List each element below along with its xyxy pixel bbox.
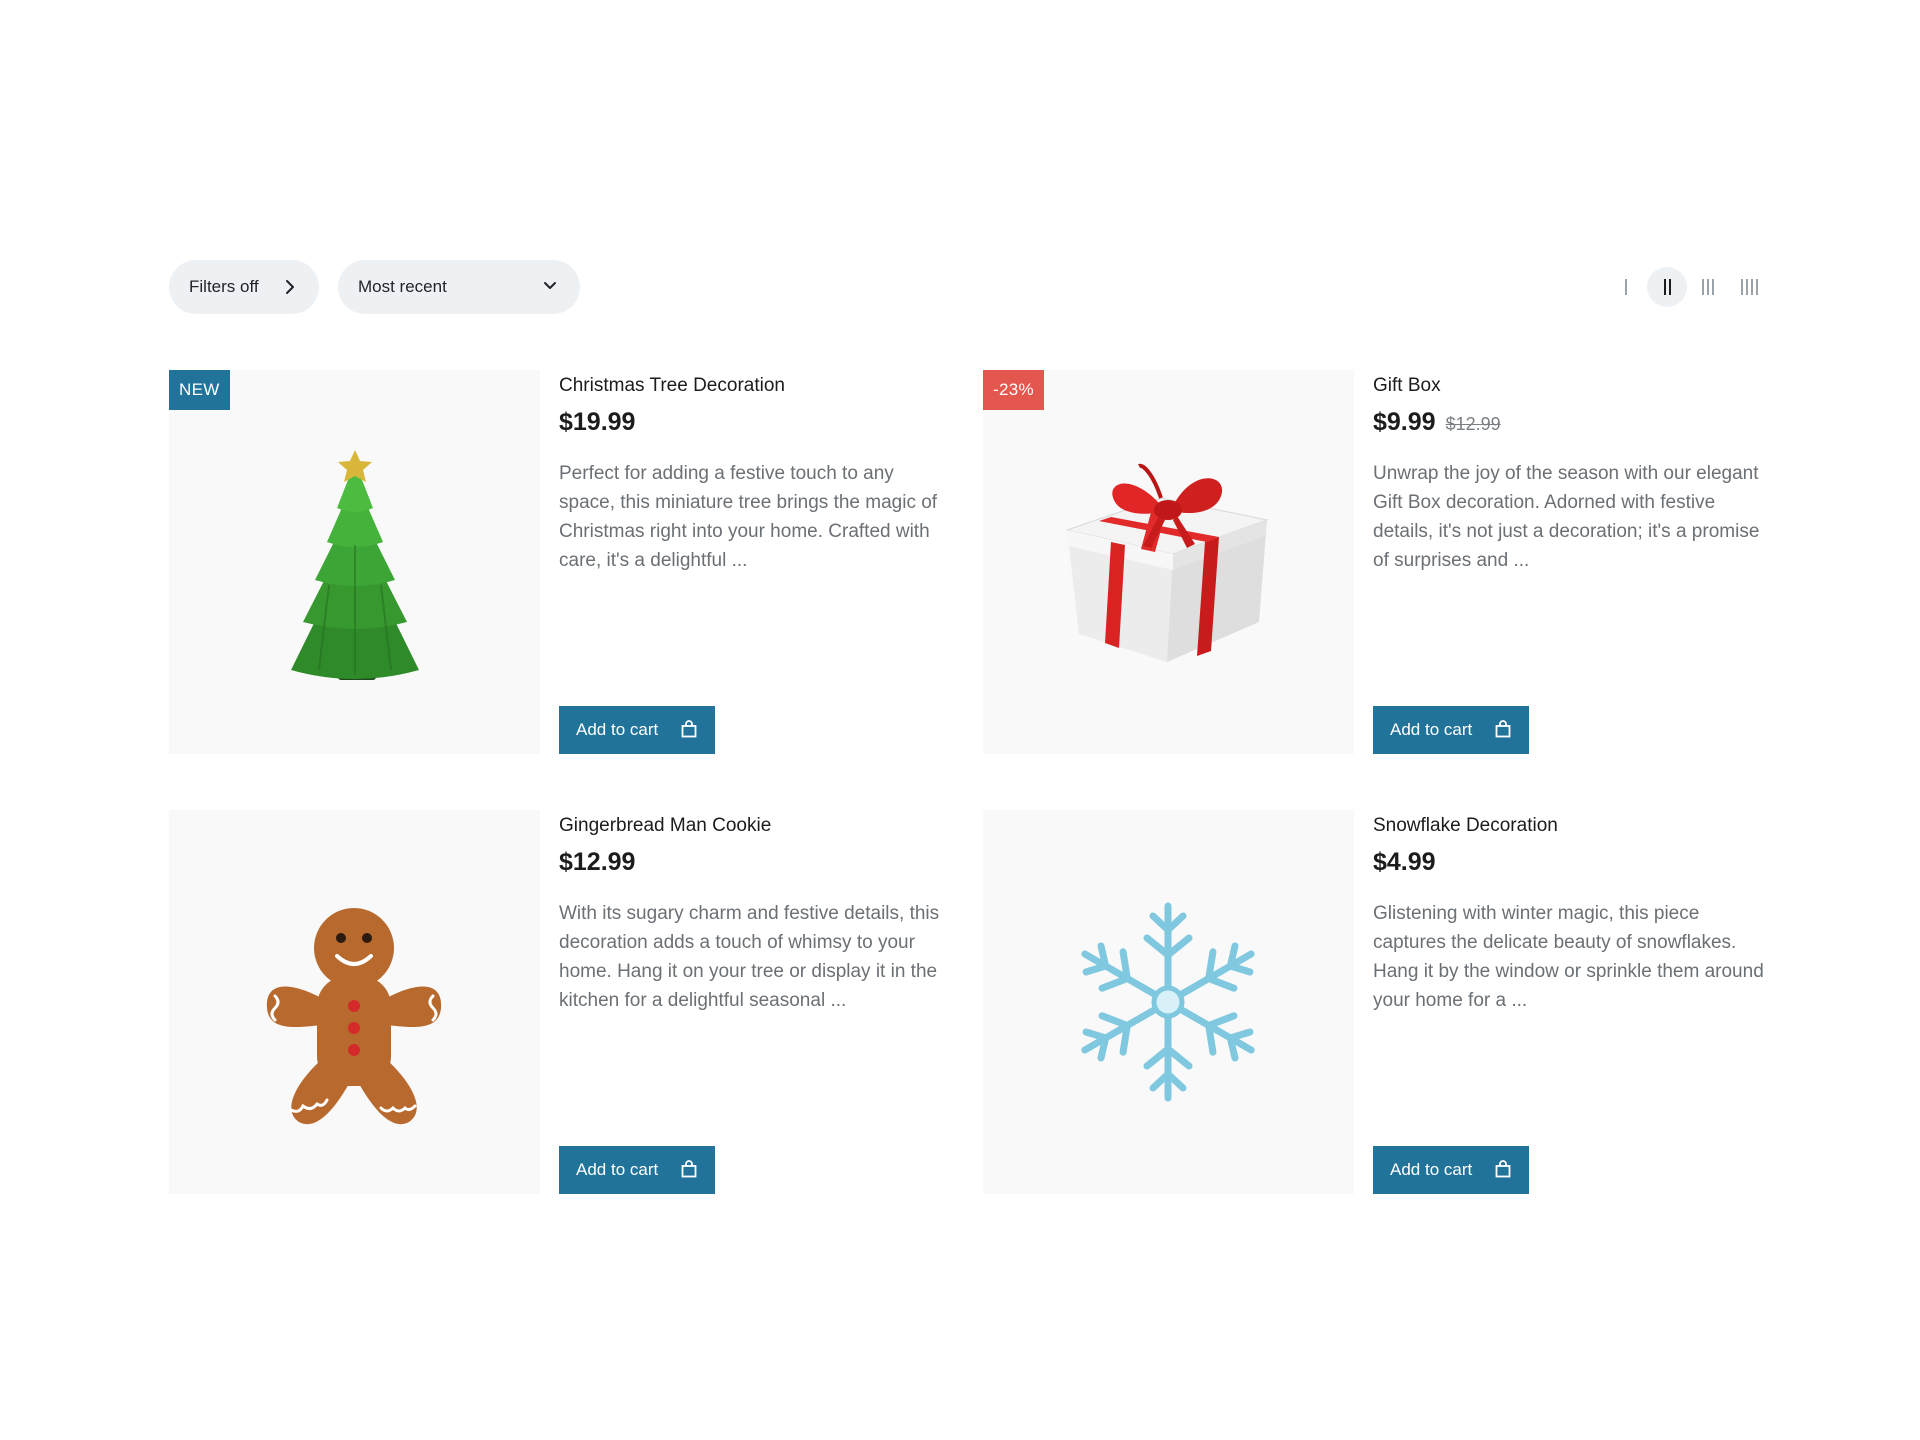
gift-box-icon bbox=[1065, 463, 1269, 662]
price-row: $19.99 bbox=[559, 408, 959, 437]
grid-view-switcher bbox=[1605, 267, 1769, 307]
add-to-cart-label: Add to cart bbox=[576, 1160, 659, 1179]
discount-badge: -23% bbox=[983, 370, 1044, 410]
add-to-cart-label: Add to cart bbox=[1390, 1160, 1473, 1179]
product-price: $19.99 bbox=[559, 408, 636, 436]
two-columns-icon bbox=[1663, 279, 1671, 295]
add-to-cart-button[interactable]: Add to cart bbox=[1373, 1146, 1529, 1194]
product-image[interactable]: NEW bbox=[169, 370, 540, 754]
add-to-cart-label: Add to cart bbox=[576, 720, 659, 739]
product-info: Gift Box $9.99 $12.99 Unwrap the joy of … bbox=[1373, 370, 1773, 754]
chevron-down-icon bbox=[544, 282, 556, 289]
original-price: $12.99 bbox=[1445, 414, 1501, 434]
product-info: Gingerbread Man Cookie $12.99 With its s… bbox=[559, 810, 959, 1194]
three-columns-icon bbox=[1702, 279, 1714, 295]
product-card: Gingerbread Man Cookie $12.99 With its s… bbox=[169, 810, 969, 1194]
product-price: $12.99 bbox=[559, 848, 636, 876]
product-card: Snowflake Decoration $4.99 Glistening wi… bbox=[983, 810, 1783, 1194]
product-image bbox=[169, 810, 540, 1194]
product-description: Glistening with winter magic, this piece… bbox=[1373, 903, 1764, 1011]
view-2-columns-button[interactable] bbox=[1647, 267, 1687, 307]
product-card: -23% Gift Box $9.99 $12.99 Unwrap the jo… bbox=[983, 370, 1783, 754]
chevron-right-icon bbox=[286, 280, 294, 294]
product-description: With its sugary charm and festive detail… bbox=[559, 903, 940, 1011]
product-image bbox=[983, 810, 1354, 1194]
product-info: Snowflake Decoration $4.99 Glistening wi… bbox=[1373, 810, 1773, 1194]
christmas-tree-icon bbox=[291, 450, 419, 680]
filters-toggle-button[interactable]: Filters off bbox=[169, 260, 319, 314]
view-4-columns-button[interactable] bbox=[1729, 267, 1769, 307]
view-3-columns-button[interactable] bbox=[1688, 267, 1728, 307]
product-description: Unwrap the joy of the season with our el… bbox=[1373, 463, 1760, 571]
shopping-bag-icon bbox=[1495, 720, 1511, 738]
product-toolbar: Filters off Most recent bbox=[169, 260, 1769, 314]
gingerbread-man-icon bbox=[266, 908, 442, 1125]
product-title[interactable]: Gingerbread Man Cookie bbox=[559, 814, 959, 838]
price-row: $9.99 $12.99 bbox=[1373, 408, 1773, 437]
price-row: $4.99 bbox=[1373, 848, 1773, 877]
product-price: $4.99 bbox=[1373, 848, 1436, 876]
product-description: Perfect for adding a festive touch to an… bbox=[559, 463, 938, 571]
shopping-bag-icon bbox=[681, 720, 697, 738]
add-to-cart-button[interactable]: Add to cart bbox=[559, 1146, 715, 1194]
sort-dropdown[interactable]: Most recent bbox=[338, 260, 580, 314]
product-image[interactable]: -23% bbox=[983, 370, 1354, 754]
new-badge: NEW bbox=[169, 370, 230, 410]
product-card: NEW Christmas Tree Decoration $19.99 Per… bbox=[169, 370, 969, 754]
add-to-cart-button[interactable]: Add to cart bbox=[559, 706, 715, 754]
add-to-cart-button[interactable]: Add to cart bbox=[1373, 706, 1529, 754]
add-to-cart-label: Add to cart bbox=[1390, 720, 1473, 739]
shopping-bag-icon bbox=[1495, 1160, 1511, 1178]
one-column-icon bbox=[1625, 279, 1627, 295]
product-info: Christmas Tree Decoration $19.99 Perfect… bbox=[559, 370, 959, 754]
product-title[interactable]: Christmas Tree Decoration bbox=[559, 374, 959, 398]
view-1-column-button[interactable] bbox=[1606, 267, 1646, 307]
sort-label: Most recent bbox=[358, 277, 447, 296]
shopping-bag-icon bbox=[681, 1160, 697, 1178]
filters-label: Filters off bbox=[189, 277, 259, 296]
product-price: $9.99 bbox=[1373, 408, 1436, 436]
four-columns-icon bbox=[1740, 279, 1758, 295]
snowflake-icon bbox=[1081, 902, 1255, 1102]
product-title[interactable]: Gift Box bbox=[1373, 374, 1773, 398]
product-title[interactable]: Snowflake Decoration bbox=[1373, 814, 1773, 838]
price-row: $12.99 bbox=[559, 848, 959, 877]
